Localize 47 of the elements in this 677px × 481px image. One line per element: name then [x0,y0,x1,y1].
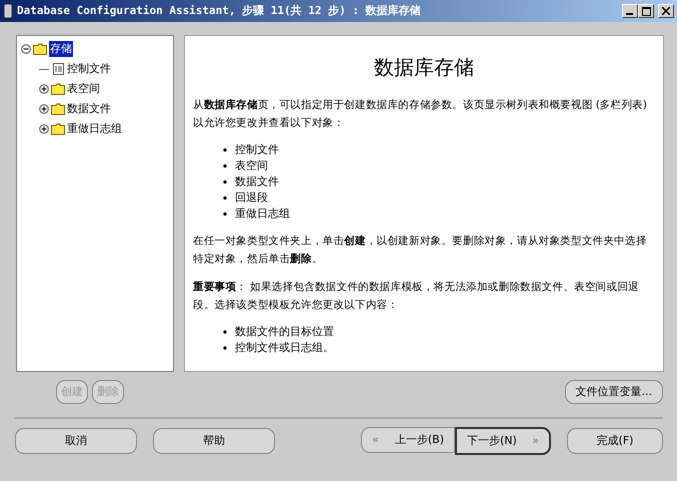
back-button[interactable]: « 上一步(B) [361,427,455,453]
finish-button[interactable]: 完成(F) [567,428,663,454]
bullet-icon [223,212,227,216]
window-title: Database Configuration Assistant, 步骤 11(共 12 步) : 数据库存储 [17,2,422,19]
expand-icon[interactable] [39,84,49,94]
help-paragraph: 从数据库存储页，可以指定用于创建数据库的存储参数。该页显示树列表和概要视图 (多栏列表) 以允许您更改并查看以下对象： [193,98,648,131]
folder-icon [33,43,47,55]
help-button[interactable]: 帮助 [153,428,275,454]
folder-icon [51,83,65,95]
list-item: 表空间 [235,158,268,174]
tree-item[interactable]: 控制文件 [67,60,111,78]
list-item: 数据文件的目标位置 [235,324,334,340]
folder-icon [51,103,65,115]
list-item: 数据文件 [235,174,279,190]
list-item: 控制文件 [235,142,279,158]
expand-icon[interactable] [39,124,49,134]
help-paragraph: 重要事项： 如果选择包含数据文件的数据库模板，将无法添加或删除数据文件、表空间或回退段。选择该类型模板允许您更改以下内容： [193,280,640,313]
bullet-icon [223,164,227,168]
document-icon [51,63,65,75]
collapse-icon[interactable] [21,44,31,54]
tree-item[interactable]: 存储 [49,40,73,58]
close-icon [662,7,670,15]
tree-item[interactable]: 数据文件 [67,100,111,118]
expand-icon[interactable] [39,104,49,114]
minimize-button[interactable] [622,4,638,18]
bullet-icon [223,180,227,184]
maximize-button[interactable] [638,4,654,18]
list-item: 控制文件或日志组。 [235,340,334,356]
maximize-icon [642,6,650,16]
folder-icon [51,123,65,135]
close-button[interactable] [658,4,674,18]
bullet-icon [223,196,227,200]
next-button[interactable]: 下一步(N) » [455,427,551,455]
database-icon [3,3,13,19]
help-paragraph: 在任一对象类型文件夹上，单击创建，以创建新对象。要删除对象，请从对象类型文件夹中选择特定对象，然后单击删除。 [193,234,648,267]
back-arrow-icon: « [372,432,379,448]
tree-item[interactable]: 重做日志组 [67,120,122,138]
cancel-button[interactable]: 取消 [15,428,137,454]
bullet-icon [223,148,227,152]
list-item: 重做日志组 [235,206,290,222]
help-heading: 数据库存储 [373,54,475,81]
file-location-button[interactable]: 文件位置变量... [564,380,663,404]
bullet-icon [223,346,227,350]
list-item: 回退段 [235,190,268,206]
tree-item[interactable]: 表空间 [67,80,100,98]
next-arrow-icon: » [532,432,539,450]
bullet-icon [223,330,227,334]
